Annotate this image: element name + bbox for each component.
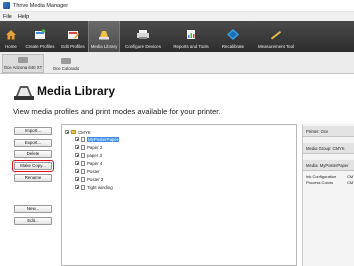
ribbon-create-profiles-label: Create Profiles: [25, 44, 55, 49]
tree-item-label: Tight winding: [87, 184, 113, 190]
tree-root-label: CMYK: [78, 129, 91, 135]
measurement-icon: [271, 31, 281, 40]
printer-info: Printer: Oce: [303, 126, 354, 137]
ribbon-create-profiles[interactable]: Create Profiles: [22, 21, 58, 52]
tree-item-label: Paper 2: [87, 144, 103, 150]
window-title: Thrive Media Manager: [13, 2, 69, 9]
import-button[interactable]: Import...: [14, 127, 52, 135]
media-page-icon: [81, 152, 85, 158]
tree-item[interactable]: Poster 2: [75, 176, 103, 182]
page-title: Media Library: [37, 84, 116, 98]
tree-item-label: paper 3: [87, 152, 102, 158]
expand-icon[interactable]: [75, 145, 79, 149]
ribbon-edit-profiles-label: Edit Profiles: [61, 44, 85, 49]
tree-item[interactable]: MyPosterPaper: [75, 136, 120, 142]
tree-item-label: Poster 2: [87, 176, 104, 182]
new-button[interactable]: New...: [14, 205, 52, 213]
ribbon-configure-devices[interactable]: Configure Devices: [120, 21, 166, 52]
expand-icon[interactable]: [75, 137, 79, 141]
ribbon-recalibrate-label: Recalibrate: [221, 44, 245, 49]
title-bar: Thrive Media Manager: [0, 0, 354, 12]
tree-item[interactable]: Poster: [75, 168, 100, 174]
printer-tabs: Oce Arizona 640 XT Oce Colorado: [0, 52, 354, 74]
rename-button[interactable]: Rename: [14, 174, 52, 182]
collapse-icon[interactable]: [65, 130, 69, 134]
menu-bar: File Help: [0, 12, 354, 21]
ribbon-measurement-tool-label: Measurement Tool: [257, 44, 295, 49]
ribbon-recalibrate[interactable]: Recalibrate: [216, 21, 250, 52]
tab-oce-arizona[interactable]: Oce Arizona 640 XT: [2, 54, 44, 73]
media-library-icon: [99, 31, 109, 40]
printer-icon: [137, 30, 149, 39]
home-icon: [6, 30, 16, 40]
ribbon-home-label: Home: [5, 44, 17, 49]
media-page-icon: [81, 184, 85, 190]
ink-config-value: CM: [347, 174, 354, 179]
expand-icon[interactable]: [75, 185, 79, 189]
make-copy-button[interactable]: Make Copy...: [12, 160, 54, 172]
tree-item[interactable]: paper 3: [75, 152, 102, 158]
tree-item-label: Paper 4: [87, 160, 103, 166]
media-page-icon: [81, 144, 85, 150]
edit-profiles-icon: [68, 31, 79, 39]
tree-item[interactable]: Tight winding: [75, 184, 113, 190]
ribbon-toolbar: Home Create Profiles Edit Profiles Media…: [0, 21, 354, 52]
ink-config-label: Ink Configuration: [306, 174, 337, 179]
app-icon: [3, 2, 10, 9]
ribbon-home[interactable]: Home: [0, 21, 22, 52]
reports-icon: [187, 30, 195, 39]
expand-icon[interactable]: [75, 177, 79, 181]
info-panel: Printer: Oce Media Group: CMYK Media: My…: [302, 124, 354, 266]
action-panel: Import... Export... Delete Make Copy... …: [0, 124, 58, 266]
printer-small-icon: [61, 58, 71, 64]
menu-file[interactable]: File: [3, 14, 12, 20]
tab-oce-colorado-label: Oce Colorado: [52, 66, 80, 71]
printer-small-icon: [18, 57, 28, 63]
tree-item[interactable]: Paper 4: [75, 160, 102, 166]
edit-button[interactable]: Edit...: [14, 217, 52, 225]
menu-help[interactable]: Help: [18, 14, 29, 20]
page-header: Media Library View media profiles and pr…: [0, 74, 354, 124]
ribbon-media-library[interactable]: Media Library: [88, 21, 120, 52]
ribbon-reports-tools[interactable]: Reports and Tools: [166, 21, 216, 52]
ribbon-media-library-label: Media Library: [90, 44, 118, 49]
tree-item[interactable]: Paper 2: [75, 144, 102, 150]
create-profiles-icon: [35, 29, 46, 39]
process-colors-value: CM: [347, 180, 354, 185]
ribbon-configure-devices-label: Configure Devices: [125, 44, 161, 49]
tab-oce-arizona-label: Oce Arizona 640 XT: [3, 65, 43, 70]
ribbon-edit-profiles[interactable]: Edit Profiles: [58, 21, 88, 52]
folder-icon: [71, 130, 76, 134]
delete-button[interactable]: Delete: [14, 150, 52, 158]
tab-oce-colorado[interactable]: Oce Colorado: [48, 54, 84, 73]
export-button[interactable]: Export...: [14, 139, 52, 147]
expand-icon[interactable]: [75, 161, 79, 165]
media-tree: CMYK MyPosterPaper Paper 2 paper 3 Paper…: [61, 124, 297, 266]
expand-icon[interactable]: [75, 153, 79, 157]
media-page-icon: [81, 160, 85, 166]
page-subtitle: View media profiles and print modes avai…: [13, 107, 221, 116]
recalibrate-icon: [227, 29, 239, 40]
tree-root[interactable]: CMYK: [65, 129, 91, 135]
tree-item-label: Poster: [87, 168, 100, 174]
media-page-icon: [81, 136, 85, 142]
media-info: Media: MyPosterPaper: [303, 160, 354, 171]
ribbon-reports-tools-label: Reports and Tools: [173, 44, 209, 49]
media-library-icon: [14, 86, 34, 100]
media-group-info: Media Group: CMYK: [303, 143, 354, 154]
tree-item-label: MyPosterPaper: [87, 136, 120, 142]
media-page-icon: [81, 176, 85, 182]
media-page-icon: [81, 168, 85, 174]
process-colors-label: Process Colors: [306, 180, 334, 185]
ribbon-measurement-tool[interactable]: Measurement Tool: [250, 21, 302, 52]
expand-icon[interactable]: [75, 169, 79, 173]
